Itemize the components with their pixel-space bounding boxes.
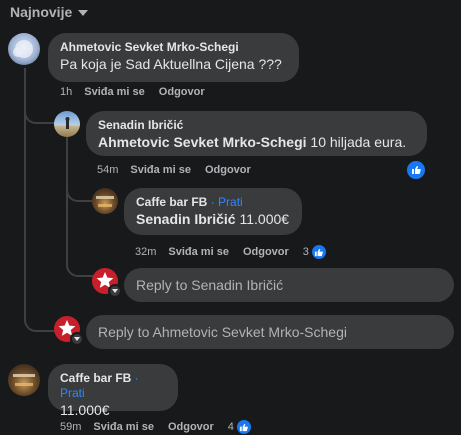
comment-actions: 1h Sviđa mi se Odgovor <box>60 86 219 98</box>
reply-author[interactable]: Senadin Ibričić <box>98 118 415 133</box>
sort-label: Najnovije <box>10 4 73 20</box>
cloud-icon <box>13 40 33 58</box>
reply-bubble: Caffe bar FB · Prati Senadin Ibričić 11.… <box>124 188 302 235</box>
chevron-down-icon <box>112 289 118 293</box>
comment-bubble: Ahmetovic Sevket Mrko-Schegi Pa koja je … <box>48 33 299 82</box>
like-reaction-badge[interactable] <box>310 244 327 260</box>
thread-line-reply-1 <box>66 135 94 277</box>
reply-body: 11.000€ <box>235 211 290 227</box>
reply-author[interactable]: Caffe bar FB <box>136 195 207 209</box>
comment-author-line: Caffe bar FB · Prati <box>60 371 166 401</box>
reply-input-placeholder: Reply to Senadin Ibričić <box>136 277 284 293</box>
follow-button[interactable]: Prati <box>218 195 243 209</box>
thread-line-branch-2 <box>66 180 94 202</box>
comment-author[interactable]: Caffe bar FB <box>60 371 131 385</box>
thumbs-up-icon <box>240 423 249 431</box>
comment-text: 11.000€ <box>60 402 110 418</box>
like-button[interactable]: Sviđa mi se <box>84 86 145 98</box>
reply-avatar[interactable] <box>92 188 118 214</box>
reply-timestamp[interactable]: 54m <box>97 164 118 176</box>
cafe-logo-icon <box>96 196 114 207</box>
reply-avatar[interactable] <box>54 111 80 137</box>
commenter-avatar[interactable] <box>8 33 40 65</box>
reply-author-line: Caffe bar FB · Prati <box>136 195 290 210</box>
comment-text: Pa koja je Sad Aktuellna Cijena ??? <box>60 56 282 72</box>
mention-link[interactable]: Ahmetovic Sevket Mrko-Schegi <box>98 134 307 150</box>
comment-actions: 59m Sviđa mi se Odgovor 4 <box>60 419 252 435</box>
reply-input-placeholder: Reply to Ahmetovic Sevket Mrko-Schegi <box>98 324 347 340</box>
comment-bubble: Caffe bar FB · Prati 11.000€ <box>48 364 178 418</box>
reply-text: Ahmetovic Sevket Mrko-Schegi 10 hiljada … <box>98 133 415 152</box>
like-button[interactable]: Sviđa mi se <box>93 421 154 433</box>
reply-input[interactable]: Reply to Senadin Ibričić <box>124 268 454 302</box>
reply-timestamp[interactable]: 32m <box>135 246 156 258</box>
thumbs-up-icon <box>412 166 421 174</box>
comment-author[interactable]: Ahmetovic Sevket Mrko-Schegi <box>60 40 287 55</box>
commenter-avatar[interactable] <box>8 364 40 396</box>
like-button[interactable]: Sviđa mi se <box>130 164 191 176</box>
reply-text: Senadin Ibričić 11.000€ <box>136 210 290 229</box>
reply-input[interactable]: Reply to Ahmetovic Sevket Mrko-Schegi <box>86 315 454 349</box>
cafe-logo-icon <box>13 374 35 386</box>
follow-separator: · <box>131 371 139 385</box>
comment-timestamp[interactable]: 59m <box>60 421 81 433</box>
follow-separator: · <box>207 195 219 209</box>
reply-button[interactable]: Odgovor <box>243 246 289 258</box>
thumbs-up-icon <box>315 248 324 256</box>
comment-timestamp[interactable]: 1h <box>60 86 72 98</box>
account-switcher[interactable] <box>108 284 122 298</box>
like-button[interactable]: Sviđa mi se <box>168 246 229 258</box>
reaction-count[interactable]: 3 <box>303 246 309 258</box>
chevron-down-icon <box>78 10 89 16</box>
like-reaction-badge[interactable] <box>235 419 252 435</box>
account-switcher[interactable] <box>70 332 84 346</box>
reply-button[interactable]: Odgovor <box>159 86 205 98</box>
like-reaction-badge[interactable] <box>405 159 427 181</box>
reply-actions: 54m Sviđa mi se Odgovor <box>97 164 265 176</box>
reply-bubble: Senadin Ibričić Ahmetovic Sevket Mrko-Sc… <box>86 111 427 156</box>
mention-link[interactable]: Senadin Ibričić <box>136 211 236 227</box>
chevron-down-icon <box>74 337 80 341</box>
thread-line-branch-1 <box>24 100 56 124</box>
sort-dropdown[interactable]: Najnovije <box>10 4 89 20</box>
reaction-count[interactable]: 4 <box>228 421 234 433</box>
reply-body: 10 hiljada eura. <box>306 134 407 150</box>
reply-button[interactable]: Odgovor <box>168 421 214 433</box>
reply-button[interactable]: Odgovor <box>205 164 251 176</box>
person-icon <box>65 117 70 129</box>
follow-button[interactable]: Prati <box>60 386 85 400</box>
reply-actions: 32m Sviđa mi se Odgovor 3 <box>135 244 327 260</box>
